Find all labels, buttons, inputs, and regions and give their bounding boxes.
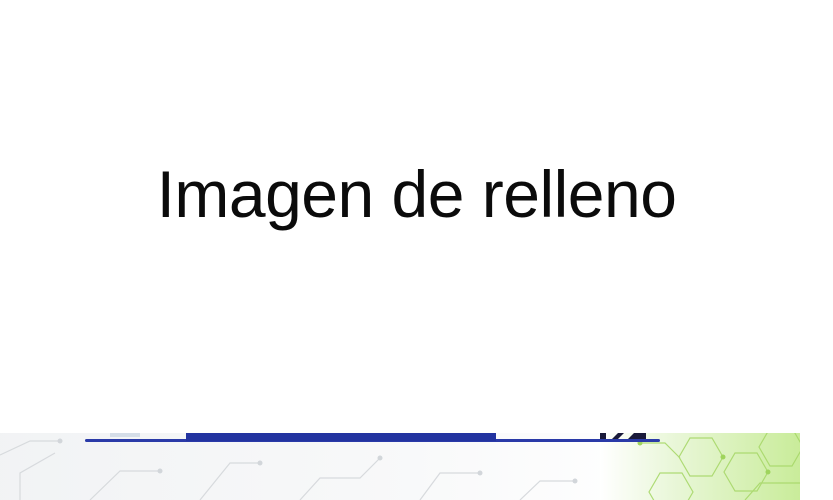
bottom-decorative-strip	[0, 433, 800, 500]
circuit-pattern-icon	[0, 433, 800, 500]
placeholder-title: Imagen de relleno	[156, 157, 677, 231]
page: Imagen de relleno	[0, 0, 833, 500]
